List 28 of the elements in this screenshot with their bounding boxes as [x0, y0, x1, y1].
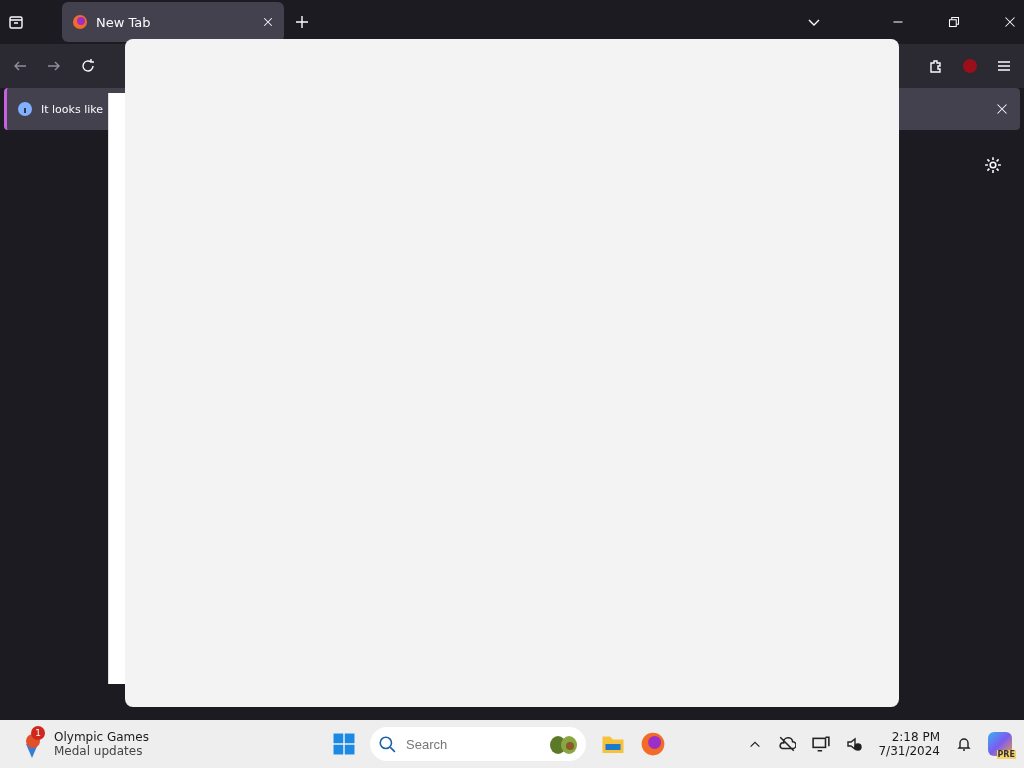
browser-logo-icon [72, 14, 88, 30]
browser-logo-icon[interactable] [640, 731, 666, 757]
notification-text: It looks like [41, 102, 104, 116]
reload-icon[interactable] [80, 58, 96, 74]
search-bar[interactable]: Search [370, 727, 586, 761]
puzzle-icon[interactable] [928, 58, 944, 74]
bell-icon[interactable] [956, 736, 972, 752]
notification-badge: 1 [31, 726, 45, 740]
close-icon[interactable] [1004, 16, 1016, 28]
start-icon[interactable] [332, 732, 356, 756]
cloud-off-icon[interactable] [778, 735, 797, 753]
menu-icon[interactable] [996, 58, 1012, 74]
widget-title: Olympic Games [54, 730, 149, 744]
browser-tab[interactable]: New Tab [62, 2, 284, 42]
close-icon[interactable] [262, 16, 274, 28]
widget-subtitle: Medal updates [54, 744, 144, 758]
info-icon [17, 101, 33, 117]
tab-list-icon[interactable] [8, 14, 24, 30]
restore-icon[interactable] [948, 16, 960, 28]
search-icon [378, 735, 396, 753]
new-tab-icon[interactable] [294, 14, 310, 30]
speaker-muted-icon[interactable] [846, 736, 863, 752]
close-icon[interactable] [996, 103, 1008, 115]
avocado-icon [548, 733, 578, 755]
preview-badge: PRE [996, 750, 1016, 759]
monitor-icon[interactable] [812, 735, 831, 753]
search-field[interactable]: Search [404, 735, 540, 753]
clock[interactable]: 2:18 PM 7/31/2024 [878, 730, 940, 758]
